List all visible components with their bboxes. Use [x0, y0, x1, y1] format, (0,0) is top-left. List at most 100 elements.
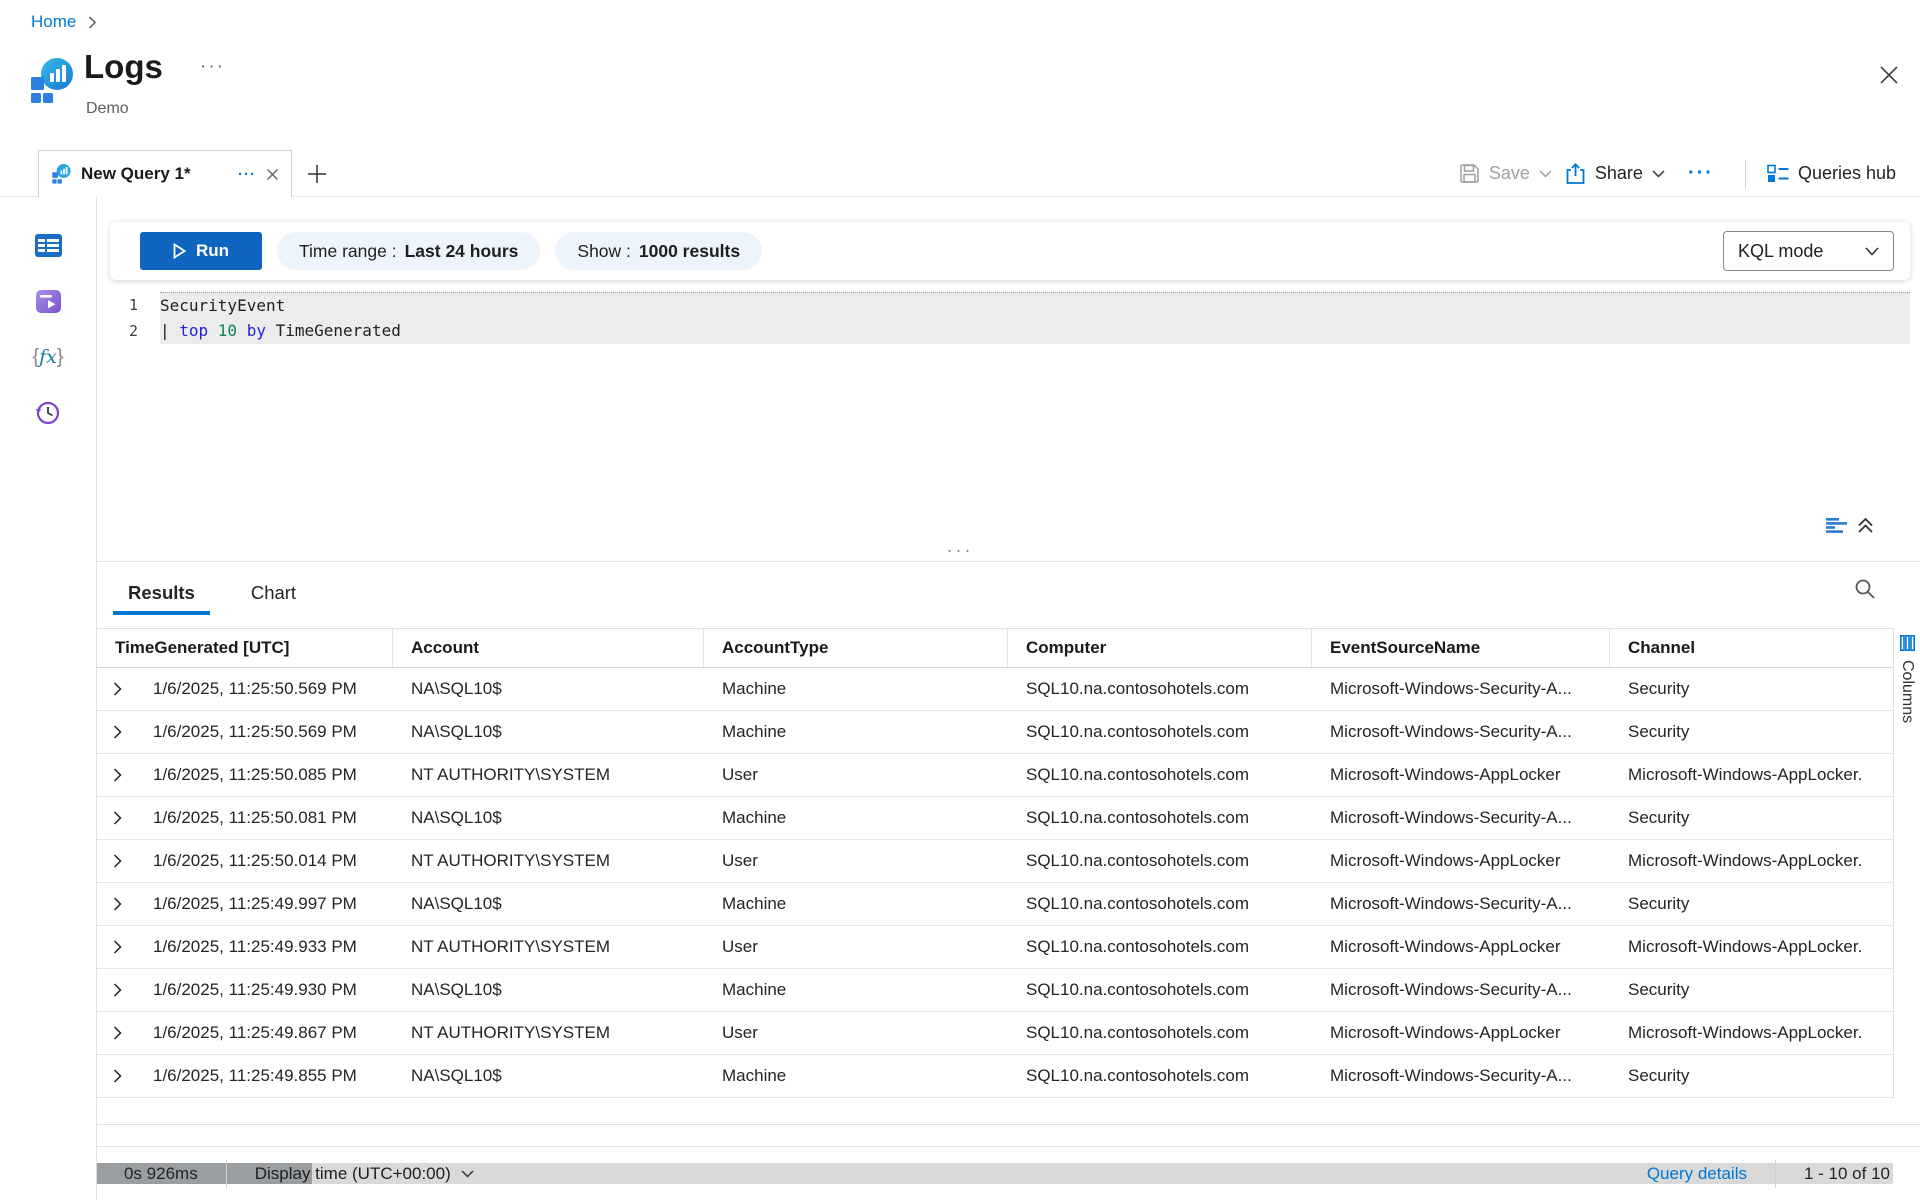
query-history-icon [35, 400, 61, 426]
column-header-account[interactable]: Account [393, 629, 704, 667]
kql-mode-dropdown[interactable]: KQL mode [1723, 231, 1894, 271]
sidebar: {fx} [0, 197, 97, 1200]
queries-hub-label: Queries hub [1798, 163, 1896, 184]
code-line-2-text[interactable]: | top 10 by TimeGenerated [160, 318, 1910, 344]
more-actions-button[interactable]: ··· [1678, 162, 1724, 185]
panel-resize-handle[interactable]: ··· [0, 540, 1920, 561]
time-range-value: Last 24 hours [405, 241, 519, 262]
table-row[interactable]: 1/6/2025, 11:25:49.997 PM NA\SQL10$ Mach… [97, 883, 1893, 926]
query-toolbar: Run Time range : Last 24 hours Show : 10… [110, 222, 1910, 280]
run-play-icon [173, 243, 186, 259]
line-number-2: 2 [97, 318, 160, 344]
display-time-chevron-down-icon [461, 1170, 474, 1178]
row-expand-chevron[interactable] [97, 983, 137, 997]
collapse-editor-icon[interactable] [1857, 517, 1874, 534]
show-results-picker[interactable]: Show : 1000 results [555, 232, 762, 270]
status-divider [226, 1160, 227, 1188]
share-button[interactable]: Share [1565, 163, 1665, 185]
time-range-picker[interactable]: Time range : Last 24 hours [277, 232, 540, 270]
queries-hub-button[interactable]: Queries hub [1767, 163, 1896, 184]
row-expand-chevron[interactable] [97, 1026, 137, 1040]
table-row[interactable]: 1/6/2025, 11:25:50.081 PM NA\SQL10$ Mach… [97, 797, 1893, 840]
show-label: Show : [577, 241, 631, 262]
status-divider-right [1775, 1160, 1776, 1188]
row-expand-chevron[interactable] [97, 854, 137, 868]
results-tabs: Results Chart [97, 562, 1920, 615]
sidebar-item-query-history[interactable] [0, 391, 96, 435]
run-label: Run [196, 241, 229, 261]
table-row[interactable]: 1/6/2025, 11:25:49.933 PM NT AUTHORITY\S… [97, 926, 1893, 969]
tab-label: New Query 1* [81, 164, 228, 184]
table-row[interactable]: 1/6/2025, 11:25:49.867 PM NT AUTHORITY\S… [97, 1012, 1893, 1055]
logs-logo-icon [28, 56, 74, 106]
tab-chart[interactable]: Chart [236, 582, 311, 615]
new-tab-plus-icon[interactable] [306, 150, 328, 197]
code-line-1-text[interactable]: SecurityEvent [160, 292, 1910, 318]
kql-mode-chevron-down-icon [1865, 247, 1879, 256]
save-icon [1459, 163, 1480, 184]
close-icon[interactable] [1876, 62, 1902, 88]
display-time-dropdown[interactable]: Display time (UTC+00:00) [255, 1164, 474, 1184]
functions-fx-icon: {fx} [32, 346, 63, 369]
query-details-link[interactable]: Query details [1647, 1164, 1747, 1184]
row-expand-chevron[interactable] [97, 1069, 137, 1083]
save-chevron-down-icon [1539, 170, 1552, 178]
breadcrumb: Home [31, 12, 97, 32]
column-header-computer[interactable]: Computer [1008, 629, 1312, 667]
column-header-accounttype[interactable]: AccountType [704, 629, 1008, 667]
format-query-icon[interactable] [1826, 518, 1847, 533]
columns-side-panel[interactable]: Columns [1893, 628, 1920, 1098]
results-panel: Results Chart TimeGenerated [UTC] Accoun… [97, 561, 1920, 1125]
query-duration: 0s 926ms [124, 1164, 198, 1184]
tab-new-query-1[interactable]: New Query 1* ··· [38, 150, 292, 197]
table-row[interactable]: 1/6/2025, 11:25:49.855 PM NA\SQL10$ Mach… [97, 1055, 1893, 1098]
sidebar-item-functions[interactable]: {fx} [0, 335, 96, 379]
example-queries-icon [35, 289, 62, 314]
save-button[interactable]: Save [1459, 163, 1552, 184]
show-value: 1000 results [639, 241, 740, 262]
save-label: Save [1489, 163, 1530, 184]
tab-more-button[interactable]: ··· [238, 166, 256, 183]
table-row[interactable]: 1/6/2025, 11:25:50.569 PM NA\SQL10$ Mach… [97, 711, 1893, 754]
table-row[interactable]: 1/6/2025, 11:25:50.085 PM NT AUTHORITY\S… [97, 754, 1893, 797]
display-time-label: Display time (UTC+00:00) [255, 1164, 451, 1184]
code-line-1[interactable]: 1 SecurityEvent [97, 292, 1910, 318]
table-row[interactable]: 1/6/2025, 11:25:50.014 PM NT AUTHORITY\S… [97, 840, 1893, 883]
sidebar-item-tables[interactable] [0, 223, 96, 267]
tables-icon [35, 234, 62, 257]
run-button[interactable]: Run [140, 232, 262, 270]
row-expand-chevron[interactable] [97, 940, 137, 954]
code-line-2[interactable]: 2 | top 10 by TimeGenerated [97, 318, 1910, 344]
column-header-eventsourcename[interactable]: EventSourceName [1312, 629, 1610, 667]
column-header-timegenerated[interactable]: TimeGenerated [UTC] [97, 629, 393, 667]
share-chevron-down-icon [1652, 170, 1665, 178]
queries-hub-icon [1767, 164, 1789, 183]
share-label: Share [1595, 163, 1643, 184]
row-expand-chevron[interactable] [97, 811, 137, 825]
table-body: 1/6/2025, 11:25:50.569 PM NA\SQL10$ Mach… [97, 668, 1893, 1098]
status-bar: 0s 926ms Display time (UTC+00:00) Query … [97, 1146, 1920, 1200]
result-range: 1 - 10 of 10 [1804, 1164, 1890, 1184]
command-bar-divider [1745, 160, 1746, 188]
time-range-label: Time range : [299, 241, 397, 262]
column-header-channel[interactable]: Channel [1610, 629, 1893, 667]
breadcrumb-home-link[interactable]: Home [31, 12, 76, 32]
command-bar: Save Share ··· [1459, 150, 1896, 197]
search-icon[interactable] [1854, 578, 1876, 600]
tab-close-icon[interactable] [266, 168, 279, 181]
page-title: Logs [84, 48, 163, 86]
kql-mode-label: KQL mode [1738, 241, 1823, 262]
row-expand-chevron[interactable] [97, 682, 137, 696]
share-icon [1565, 163, 1586, 185]
row-expand-chevron[interactable] [97, 725, 137, 739]
table-row[interactable]: 1/6/2025, 11:25:49.930 PM NA\SQL10$ Mach… [97, 969, 1893, 1012]
table-row[interactable]: 1/6/2025, 11:25:50.569 PM NA\SQL10$ Mach… [97, 668, 1893, 711]
sidebar-item-queries[interactable] [0, 279, 96, 323]
row-expand-chevron[interactable] [97, 768, 137, 782]
tab-results[interactable]: Results [113, 582, 210, 615]
line-number-1: 1 [97, 292, 160, 318]
results-grid: TimeGenerated [UTC] Account AccountType … [97, 628, 1893, 1098]
query-editor[interactable]: 1 SecurityEvent 2 | top 10 by TimeGenera… [97, 292, 1910, 532]
row-expand-chevron[interactable] [97, 897, 137, 911]
page-title-more-button[interactable]: ··· [200, 56, 225, 78]
